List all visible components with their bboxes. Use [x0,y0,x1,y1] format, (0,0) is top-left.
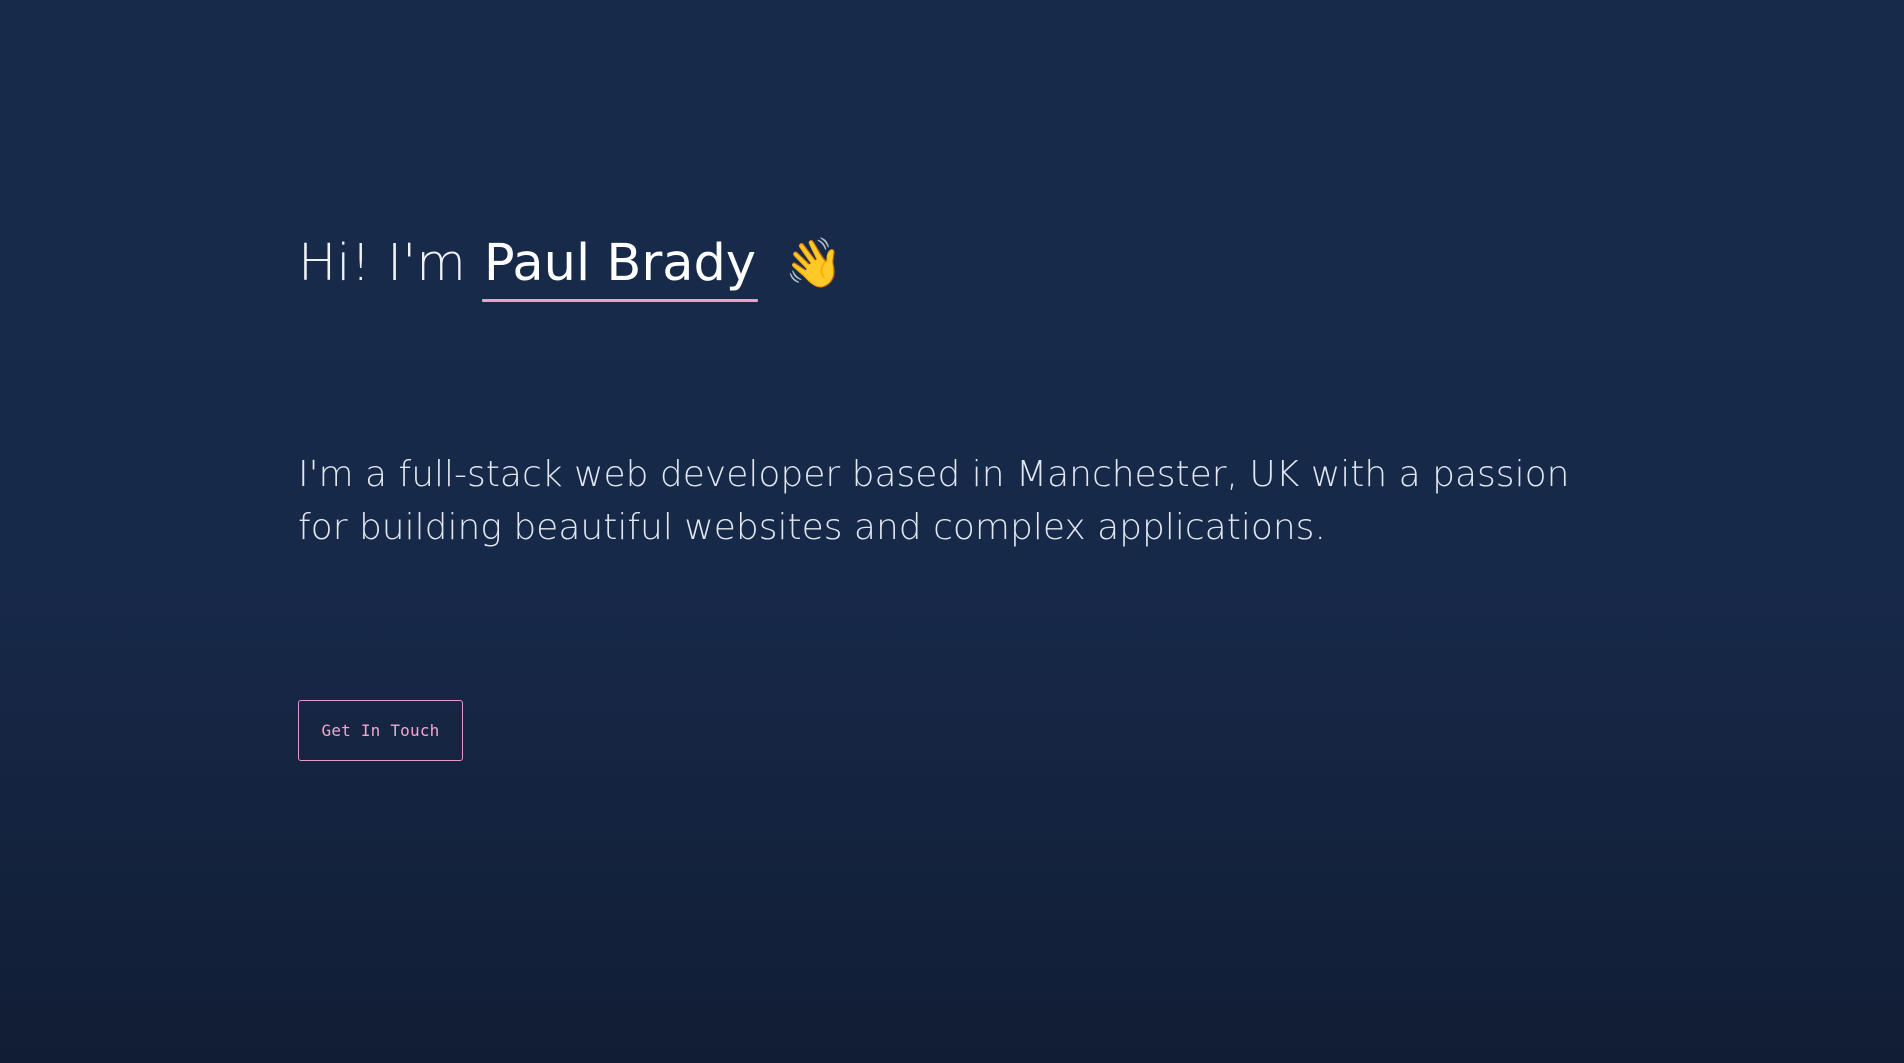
intro-text: I'm a full-stack web developer based in … [298,454,1570,548]
get-in-touch-button[interactable]: Get In Touch [298,700,463,761]
greeting-prefix: Hi! I'm [298,234,466,293]
hero-section: Hi! I'm Paul Brady 👋 I'm a full-stack we… [298,0,1618,1063]
name-highlight: Paul Brady [481,232,759,302]
hero-heading: Hi! I'm Paul Brady 👋 [298,232,847,302]
waving-hand-icon: 👋 [781,233,847,295]
